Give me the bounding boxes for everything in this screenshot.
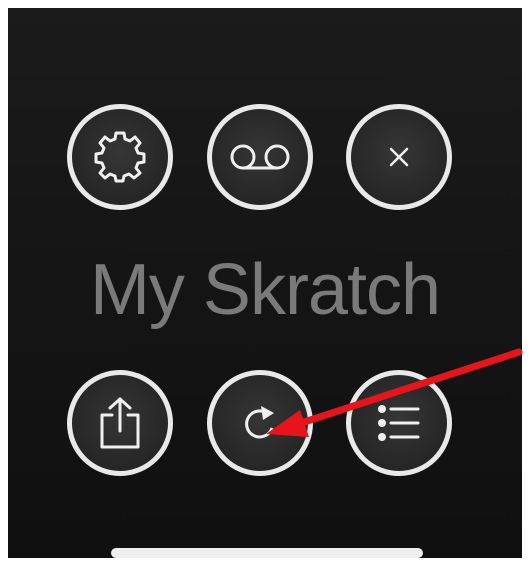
settings-button[interactable] — [67, 104, 173, 210]
refresh-button[interactable] — [207, 370, 313, 476]
close-button[interactable] — [346, 104, 452, 210]
home-indicator[interactable] — [111, 548, 423, 558]
app-title: My Skratch — [89, 250, 441, 330]
share-button[interactable] — [67, 370, 173, 476]
share-icon — [95, 395, 145, 451]
gear-icon — [92, 129, 148, 185]
voicemail-icon — [228, 140, 292, 174]
voicemail-button[interactable] — [207, 104, 313, 210]
app-screen: My Skratch — [8, 8, 522, 558]
refresh-icon — [238, 401, 282, 445]
close-icon — [382, 140, 416, 174]
list-icon — [374, 401, 424, 445]
list-button[interactable] — [346, 370, 452, 476]
